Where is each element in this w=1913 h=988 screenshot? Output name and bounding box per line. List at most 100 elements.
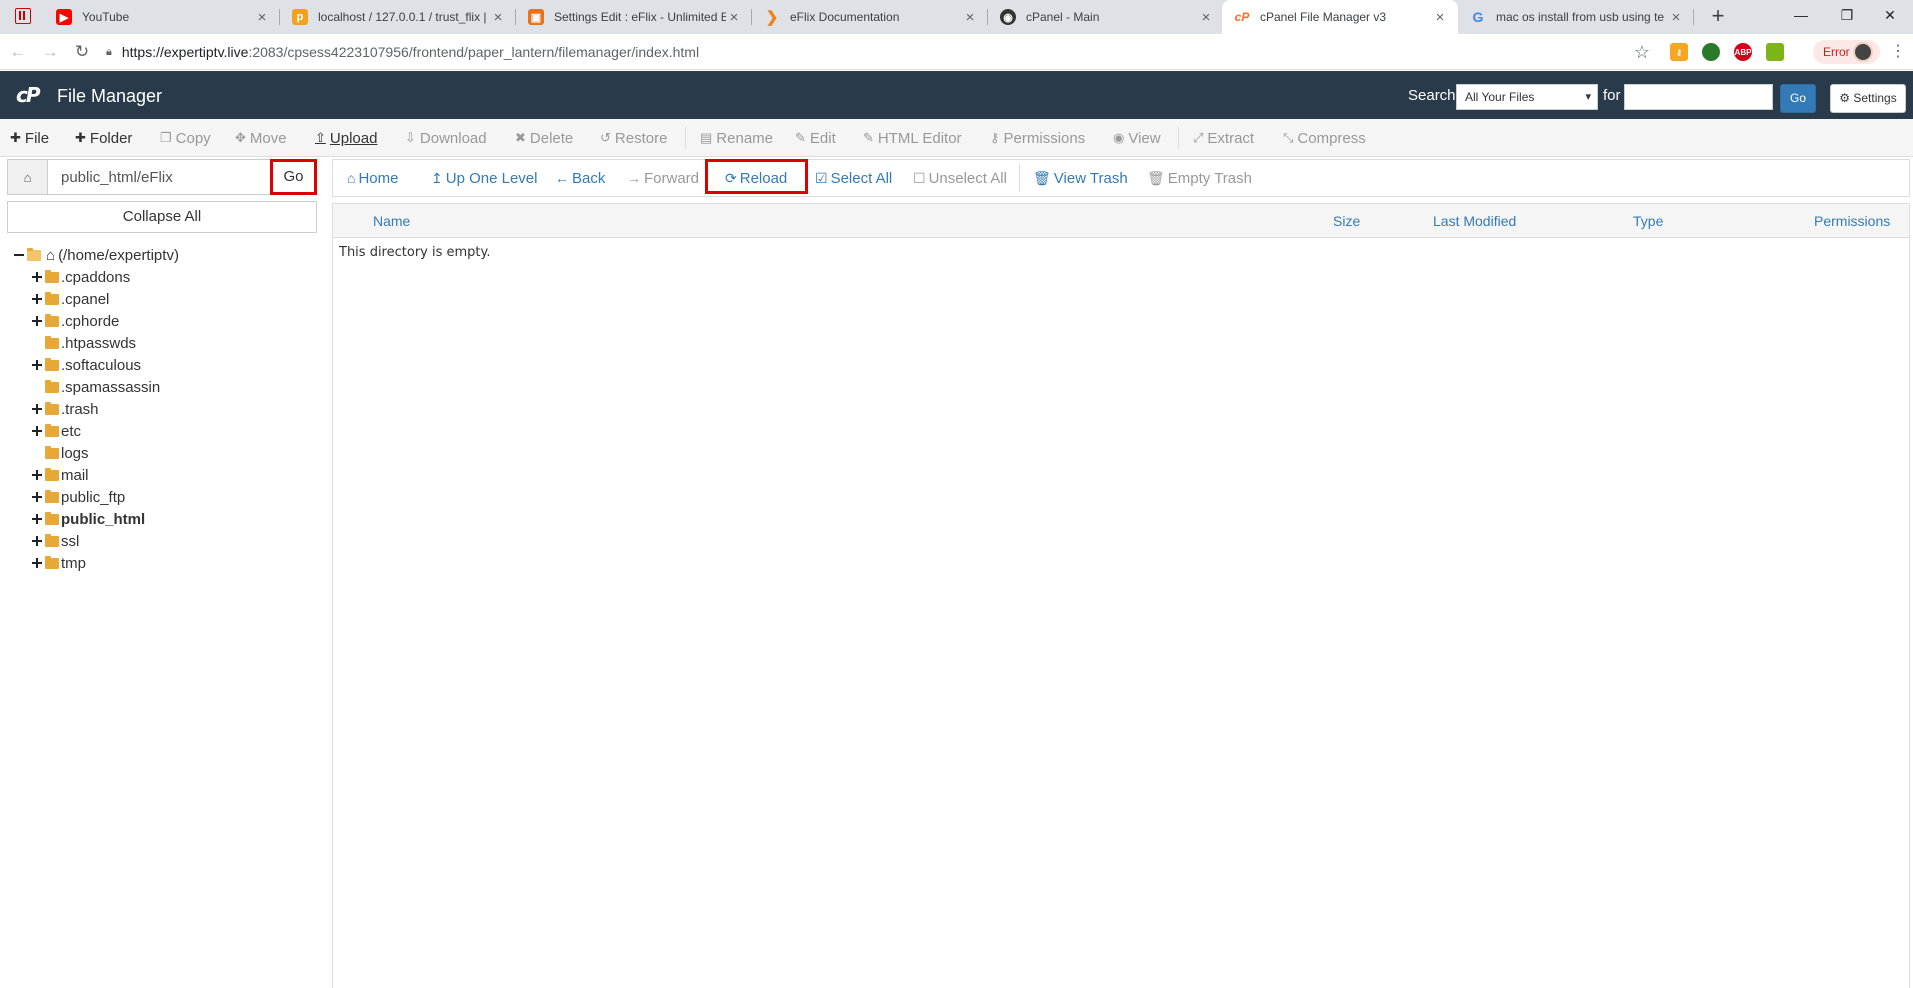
download-button[interactable]: ⇩ Download (405, 119, 487, 157)
extract-button[interactable]: ⤢ Extract (1193, 119, 1254, 157)
tab-eflix-docs[interactable]: ❯ eFlix Documentation × (752, 0, 988, 34)
compress-icon: ⤡ (1283, 130, 1294, 145)
tree-item[interactable]: tmp (32, 552, 86, 574)
cpanel-logo[interactable]: cP (16, 85, 40, 105)
restore-window-button[interactable]: ❐ (1824, 0, 1870, 30)
settings-button[interactable]: ⚙ Settings (1830, 84, 1906, 113)
expand-icon[interactable] (32, 272, 42, 282)
extension-globe-icon[interactable] (1702, 43, 1720, 61)
delete-button[interactable]: ✖ Delete (515, 119, 573, 157)
new-tab-button[interactable]: + (1705, 4, 1731, 30)
tree-item[interactable]: public_ftp (32, 486, 125, 508)
bookmark-star-icon[interactable]: ☆ (1630, 40, 1654, 64)
new-file-button[interactable]: ✚ File (10, 119, 49, 157)
expand-icon[interactable] (32, 316, 42, 326)
tree-item[interactable]: .spamassassin (45, 376, 160, 398)
tree-item[interactable]: .cpanel (32, 288, 109, 310)
expand-icon[interactable] (32, 536, 42, 546)
tv-extension-icon[interactable] (1766, 43, 1784, 61)
browser-menu-icon[interactable]: ⋮ (1890, 42, 1906, 62)
expand-icon[interactable] (32, 470, 42, 480)
column-type[interactable]: Type (1633, 213, 1663, 229)
html-editor-button[interactable]: ✎ HTML Editor (863, 119, 962, 157)
new-folder-button[interactable]: ✚ Folder (75, 119, 132, 157)
tab-file-manager[interactable]: cP cPanel File Manager v3 × (1222, 0, 1458, 34)
up-one-level-button[interactable]: ↥ Up One Level (431, 160, 537, 196)
google-icon: G (1472, 9, 1484, 25)
tab-cpanel-main[interactable]: ◉ cPanel - Main × (988, 0, 1224, 34)
expand-icon[interactable] (32, 360, 42, 370)
tree-item[interactable]: public_html (32, 508, 145, 530)
view-button[interactable]: ◉ View (1113, 119, 1161, 157)
search-go-button[interactable]: Go (1780, 84, 1816, 113)
column-size[interactable]: Size (1333, 213, 1360, 229)
close-icon[interactable]: × (490, 9, 506, 26)
expand-icon[interactable] (32, 404, 42, 414)
tab-youtube[interactable]: ▶ YouTube × (44, 0, 280, 34)
collapse-all-button[interactable]: Collapse All (7, 201, 317, 233)
close-icon[interactable]: × (962, 9, 978, 26)
move-button[interactable]: ✥ Move (235, 119, 287, 157)
expand-icon[interactable] (32, 426, 42, 436)
expand-icon[interactable] (32, 558, 42, 568)
forward-arrow-icon[interactable]: → (38, 40, 62, 64)
tab-phpmyadmin[interactable]: p localhost / 127.0.0.1 / trust_flix | × (280, 0, 516, 34)
column-name[interactable]: Name (373, 213, 410, 229)
view-trash-button[interactable]: 🗑︎ View Trash (1033, 160, 1128, 196)
close-window-button[interactable]: ✕ (1867, 0, 1913, 30)
tab-settings-edit[interactable]: ▣ Settings Edit : eFlix - Unlimited E × (516, 0, 752, 34)
edit-button[interactable]: ✎ Edit (795, 119, 836, 157)
restore-button[interactable]: ↺ Restore (600, 119, 667, 157)
tree-item[interactable]: mail (32, 464, 89, 486)
url-host: https://expertiptv.live (121, 44, 249, 60)
reload-icon[interactable]: ↻ (70, 40, 94, 64)
close-icon[interactable]: × (1668, 9, 1684, 26)
expand-icon[interactable] (32, 294, 42, 304)
back-arrow-icon[interactable]: ← (6, 40, 30, 64)
close-icon[interactable]: × (254, 9, 270, 26)
permissions-button[interactable]: ⚷ Permissions (990, 119, 1085, 157)
upload-button[interactable]: ⇧ Upload (315, 119, 377, 157)
expand-icon[interactable] (32, 492, 42, 502)
tab-google-search[interactable]: G mac os install from usb using te × (1458, 0, 1694, 34)
search-input[interactable] (1624, 84, 1773, 110)
column-last-modified[interactable]: Last Modified (1433, 213, 1516, 229)
adblock-icon[interactable]: ABP (1734, 43, 1752, 61)
rename-button[interactable]: ▤ Rename (700, 119, 773, 157)
compress-button[interactable]: ⤡ Compress (1283, 119, 1366, 157)
close-icon[interactable]: × (1432, 9, 1448, 26)
forward-button[interactable]: → Forward (627, 160, 699, 196)
tree-item[interactable]: .trash (32, 398, 99, 420)
tree-root[interactable]: ⌂ (/home/expertiptv) (14, 244, 179, 266)
column-permissions[interactable]: Permissions (1814, 213, 1890, 229)
minimize-button[interactable]: — (1778, 0, 1824, 30)
tree-item[interactable]: .cphorde (32, 310, 119, 332)
tree-item[interactable]: ssl (32, 530, 79, 552)
tree-item[interactable]: .cpaddons (32, 266, 130, 288)
copy-button[interactable]: ❐ Copy (160, 119, 211, 157)
path-input[interactable]: public_html/eFlix (61, 169, 173, 186)
tree-item[interactable]: .htpasswds (45, 332, 136, 354)
unselect-all-button[interactable]: ☐ Unselect All (913, 160, 1007, 196)
collapse-icon[interactable] (14, 250, 24, 260)
close-icon[interactable]: × (726, 9, 742, 26)
plus-icon: ✚ (75, 130, 86, 145)
app-menu-icon[interactable] (15, 8, 31, 24)
select-all-button[interactable]: ☑ Select All (815, 160, 892, 196)
nav-home-button[interactable]: ⌂ Home (347, 160, 398, 196)
home-icon[interactable]: ⌂ (8, 160, 48, 194)
tree-item[interactable]: etc (32, 420, 81, 442)
expand-icon[interactable] (32, 514, 42, 524)
search-scope-select[interactable]: All Your Files (1456, 84, 1598, 110)
empty-trash-button[interactable]: 🗑︎ Empty Trash (1147, 160, 1252, 196)
tab-title: YouTube (82, 10, 130, 24)
close-icon[interactable]: × (1198, 9, 1214, 26)
path-go-button[interactable]: Go (270, 159, 317, 195)
tree-item[interactable]: logs (45, 442, 89, 464)
back-button[interactable]: ← Back (555, 160, 605, 196)
key-extension-icon[interactable]: ⚷ (1670, 43, 1688, 61)
url-bar[interactable]: 🔒︎ https://expertiptv.live:2083/cpsess42… (106, 39, 1666, 65)
profile-avatar[interactable] (1853, 42, 1873, 62)
page-title: File Manager (57, 86, 163, 106)
tree-item[interactable]: .softaculous (32, 354, 141, 376)
